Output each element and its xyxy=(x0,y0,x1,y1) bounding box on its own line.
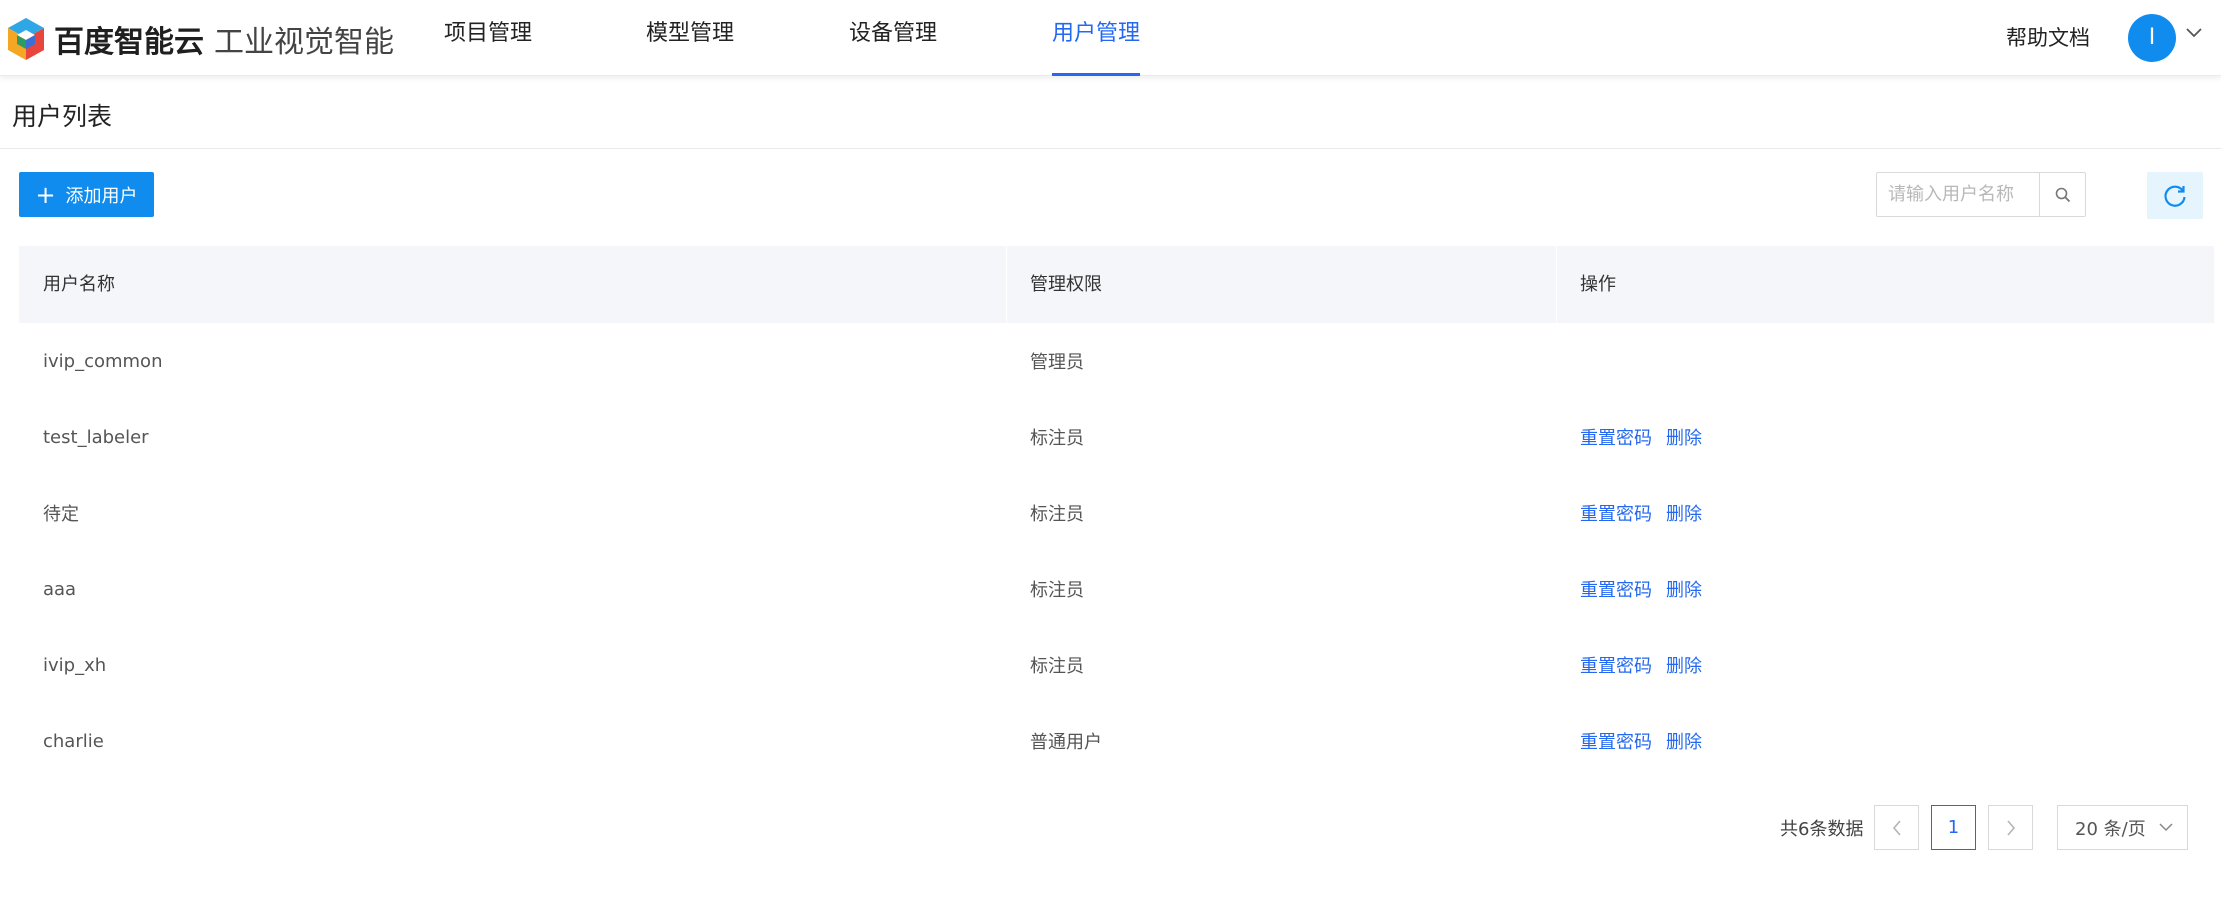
permission-cell: 标注员 xyxy=(1030,656,1084,677)
page-button-current[interactable]: 1 xyxy=(1931,805,1976,850)
top-header: 百度智能云 工业视觉智能 项目管理 模型管理 设备管理 用户管理 帮助文档 I xyxy=(0,0,2221,76)
delete-link[interactable]: 删除 xyxy=(1666,580,1702,601)
table-row: 待定 标注员 重置密码 删除 xyxy=(19,475,2214,551)
search-icon xyxy=(2055,187,2070,202)
chevron-right-icon xyxy=(2006,819,2015,836)
page-size-value: 20 条/页 xyxy=(2075,818,2146,840)
permission-cell: 标注员 xyxy=(1030,428,1084,449)
refresh-icon xyxy=(2164,185,2186,207)
actions-cell: 重置密码 删除 xyxy=(1556,576,2214,602)
help-docs-link[interactable]: 帮助文档 xyxy=(2006,22,2090,52)
column-header-actions: 操作 xyxy=(1556,246,2214,323)
chevron-down-icon xyxy=(2159,823,2173,832)
product-name: 工业视觉智能 xyxy=(214,25,394,60)
delete-link[interactable]: 删除 xyxy=(1666,428,1702,449)
username-cell: aaa xyxy=(43,578,77,600)
table-row: charlie 普通用户 重置密码 删除 xyxy=(19,703,2214,779)
users-table: 用户名称 管理权限 操作 ivip_common 管理员 test_labele… xyxy=(19,246,2214,779)
search-button[interactable] xyxy=(2039,173,2085,216)
nav-item-users[interactable]: 用户管理 xyxy=(1040,0,1152,76)
permission-cell: 普通用户 xyxy=(1030,732,1102,753)
prev-page-button[interactable] xyxy=(1874,805,1919,850)
add-user-button[interactable]: + 添加用户 xyxy=(19,172,154,217)
brand-logo[interactable]: 百度智能云 工业视觉智能 xyxy=(6,14,394,64)
next-page-button[interactable] xyxy=(1988,805,2033,850)
table-header: 用户名称 管理权限 操作 xyxy=(19,246,2214,323)
actions-cell: 重置密码 删除 xyxy=(1556,728,2214,754)
avatar[interactable]: I xyxy=(2128,14,2176,62)
delete-link[interactable]: 删除 xyxy=(1666,732,1702,753)
brand-name: 百度智能云 xyxy=(54,25,204,60)
actions-cell: 重置密码 删除 xyxy=(1556,424,2214,450)
delete-link[interactable]: 删除 xyxy=(1666,504,1702,525)
table-row: ivip_xh 标注员 重置密码 删除 xyxy=(19,627,2214,703)
nav-item-devices[interactable]: 设备管理 xyxy=(837,0,949,76)
permission-cell: 标注员 xyxy=(1030,504,1084,525)
search-box xyxy=(1876,172,2086,217)
reset-password-link[interactable]: 重置密码 xyxy=(1580,656,1652,677)
baidu-cloud-logo-icon xyxy=(8,18,44,60)
title-divider xyxy=(0,148,2221,149)
page-size-select[interactable]: 20 条/页 xyxy=(2057,805,2188,850)
actions-cell: 重置密码 删除 xyxy=(1556,652,2214,678)
table-row: ivip_common 管理员 xyxy=(19,323,2214,399)
username-cell: 待定 xyxy=(43,504,79,525)
total-count: 共6条数据 xyxy=(1780,819,1864,840)
chevron-left-icon xyxy=(1892,819,1901,836)
permission-cell: 管理员 xyxy=(1030,352,1084,373)
username-cell: test_labeler xyxy=(43,426,149,448)
reset-password-link[interactable]: 重置密码 xyxy=(1580,428,1652,449)
column-header-permission: 管理权限 xyxy=(1006,246,1556,323)
pagination: 共6条数据 1 20 条/页 xyxy=(0,805,2221,850)
reset-password-link[interactable]: 重置密码 xyxy=(1580,732,1652,753)
page-title: 用户列表 xyxy=(12,102,113,131)
username-cell: ivip_common xyxy=(43,350,163,372)
delete-link[interactable]: 删除 xyxy=(1666,656,1702,677)
add-user-label: 添加用户 xyxy=(65,185,138,207)
chevron-down-icon[interactable] xyxy=(2186,28,2202,38)
table-row: test_labeler 标注员 重置密码 删除 xyxy=(19,399,2214,475)
reset-password-link[interactable]: 重置密码 xyxy=(1580,580,1652,601)
nav-item-projects[interactable]: 项目管理 xyxy=(432,0,544,76)
username-cell: ivip_xh xyxy=(43,654,107,676)
table-row: aaa 标注员 重置密码 删除 xyxy=(19,551,2214,627)
main-nav: 项目管理 模型管理 设备管理 用户管理 xyxy=(432,0,1272,76)
nav-item-models[interactable]: 模型管理 xyxy=(634,0,746,76)
refresh-button[interactable] xyxy=(2147,172,2203,219)
plus-icon: + xyxy=(35,180,56,209)
column-header-username: 用户名称 xyxy=(43,274,115,295)
permission-cell: 标注员 xyxy=(1030,580,1084,601)
search-input[interactable] xyxy=(1877,173,2039,216)
reset-password-link[interactable]: 重置密码 xyxy=(1580,504,1652,525)
username-cell: charlie xyxy=(43,730,104,752)
actions-cell: 重置密码 删除 xyxy=(1556,500,2214,526)
